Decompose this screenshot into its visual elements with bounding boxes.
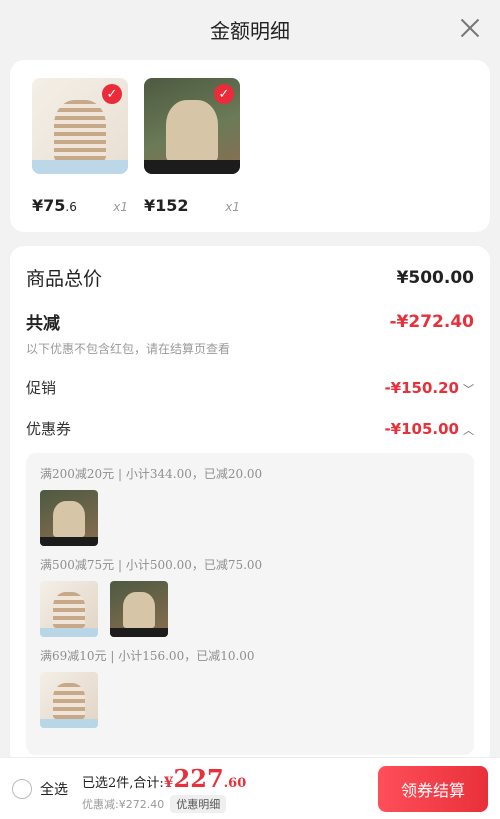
total-row: 商品总价 ¥500.00 [26, 264, 474, 291]
promo-label: 促销 [26, 379, 57, 397]
header: 金额明细 [0, 0, 500, 58]
sum-decimal: .60 [223, 776, 247, 791]
product-thumb [40, 490, 98, 546]
coupon-detail-box: 满200减20元 | 小计344.00，已减20.00 满500减75元 | 小… [26, 453, 474, 755]
amount-summary: 商品总价 ¥500.00 共减 -¥272.40 以下优惠不包含红包，请在结算页… [10, 246, 490, 766]
total-value: ¥500.00 [396, 267, 474, 288]
product-banner [40, 719, 98, 728]
product-banner [40, 537, 98, 546]
product-banner [144, 160, 240, 174]
coupon-products [40, 672, 460, 728]
product-figure [54, 100, 106, 162]
discount-detail-button[interactable]: 优惠明细 [170, 795, 227, 813]
product-image[interactable]: ✓ [144, 78, 240, 174]
coupon-rule: 满500减75元 | 小计500.00，已减75.00 [40, 558, 263, 572]
product-image[interactable]: ✓ [32, 78, 128, 174]
product-banner [32, 160, 128, 174]
total-label: 商品总价 [26, 268, 103, 290]
discount-sub-text: 优惠减:¥272.40 [82, 798, 165, 811]
product-figure [123, 592, 155, 628]
product-figure [53, 501, 85, 537]
discount-sub-line: 优惠减:¥272.40 优惠明细 [82, 795, 246, 813]
price-row: ¥152 x1 [144, 196, 240, 215]
discount-row: 共减 -¥272.40 [26, 309, 475, 335]
chevron-down-icon[interactable]: ﹀ [463, 381, 474, 397]
coupon-value: -¥105.00 [384, 420, 459, 438]
sum-line: 已选2件,合计: ¥ 227 .60 [82, 764, 246, 793]
product-banner [110, 628, 168, 637]
coupon-products [40, 490, 460, 546]
close-icon[interactable] [458, 16, 482, 40]
sum-block: 已选2件,合计: ¥ 227 .60 优惠减:¥272.40 优惠明细 [82, 764, 246, 813]
product-thumb [40, 581, 98, 637]
product-thumb [40, 672, 98, 728]
product-price: ¥152 [144, 196, 189, 215]
coupon-rule: 满200减20元 | 小计344.00，已减20.00 [40, 467, 263, 481]
coupon-products [40, 581, 460, 637]
product-item[interactable]: ✓ ¥152 x1 [144, 78, 240, 215]
product-price: ¥75.6 [32, 196, 77, 215]
product-figure [53, 683, 85, 719]
coupon-label: 优惠券 [26, 420, 72, 438]
coupon-rule: 满69减10元 | 小计156.00，已减10.00 [40, 649, 255, 663]
product-list: ✓ ¥75.6 x1 ✓ ¥152 x1 [10, 60, 490, 232]
chevron-up-icon[interactable]: ︿ [463, 422, 474, 438]
promo-row[interactable]: 促销 -¥150.20 ﹀ [26, 377, 474, 398]
product-item[interactable]: ✓ ¥75.6 x1 [32, 78, 128, 215]
select-all-radio[interactable] [12, 778, 32, 799]
product-qty: x1 [113, 200, 128, 214]
product-figure [166, 100, 218, 162]
price-row: ¥75.6 x1 [32, 196, 128, 215]
select-all-label[interactable]: 全选 [40, 779, 68, 799]
discount-value: -¥272.40 [389, 311, 475, 332]
discount-note: 以下优惠不包含红包，请在结算页查看 [26, 342, 231, 356]
bottom-bar: 全选 已选2件,合计: ¥ 227 .60 优惠减:¥272.40 优惠明细 领… [0, 757, 500, 819]
sum-integer: 227 [173, 764, 224, 793]
discount-label: 共减 [26, 314, 60, 334]
coupon-row[interactable]: 优惠券 -¥105.00 ︿ [26, 418, 474, 439]
product-figure [53, 592, 85, 628]
check-icon[interactable]: ✓ [102, 84, 122, 104]
promo-value-wrap: -¥150.20 ﹀ [384, 378, 474, 397]
sum-currency: ¥ [163, 775, 174, 791]
checkout-button[interactable]: 领券结算 [378, 766, 488, 812]
coupon-value-wrap: -¥105.00 ︿ [384, 419, 474, 438]
product-thumb [110, 581, 168, 637]
product-qty: x1 [225, 200, 240, 214]
selected-text: 已选2件,合计: [82, 776, 164, 791]
page-title: 金额明细 [210, 18, 290, 43]
check-icon[interactable]: ✓ [214, 84, 234, 104]
promo-value: -¥150.20 [384, 379, 459, 397]
product-banner [40, 628, 98, 637]
